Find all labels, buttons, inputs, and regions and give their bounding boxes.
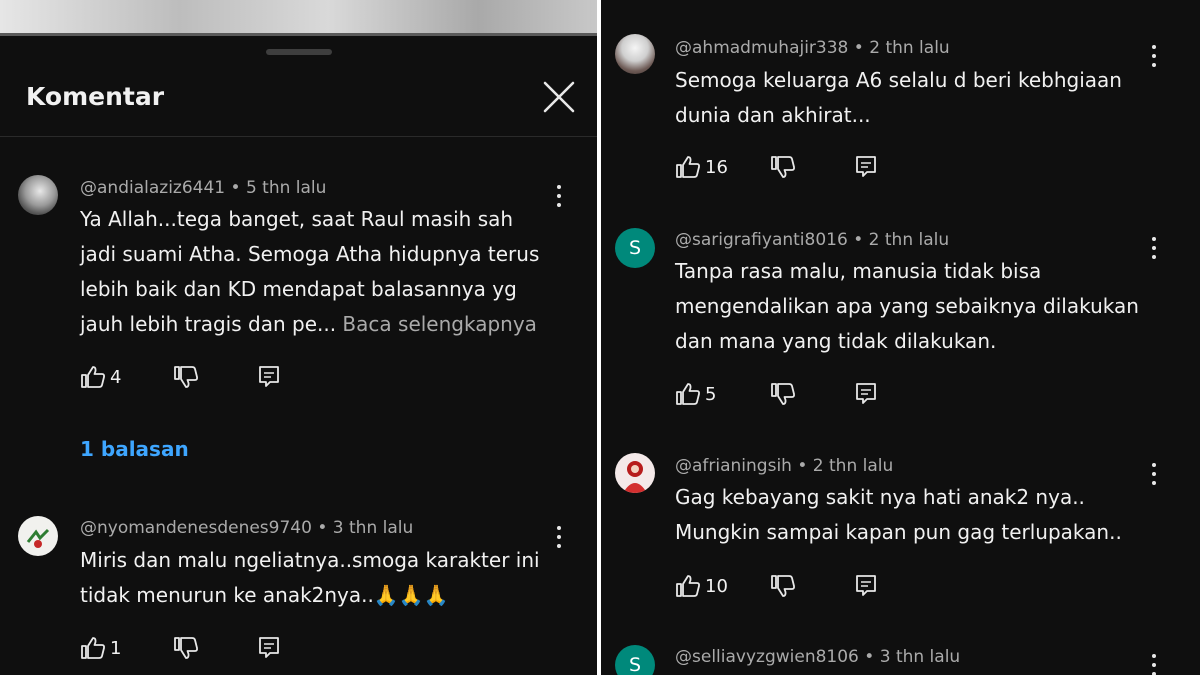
close-icon[interactable] bbox=[540, 78, 578, 116]
comment-text-block: Miris dan malu ngeliatnya..smoga karakte… bbox=[80, 543, 580, 613]
like-button[interactable]: 10 bbox=[675, 571, 745, 601]
avatar[interactable]: S bbox=[615, 645, 655, 675]
dislike-button[interactable] bbox=[770, 152, 800, 182]
reply-button[interactable] bbox=[855, 571, 885, 601]
dislike-button[interactable] bbox=[770, 379, 800, 409]
comment-author[interactable]: @nyomandenesdenes9740 bbox=[80, 518, 312, 538]
bullet-separator: • bbox=[317, 518, 333, 538]
thumb-up-icon bbox=[676, 156, 700, 178]
bullet-separator: • bbox=[853, 230, 869, 250]
avatar[interactable] bbox=[615, 34, 655, 74]
avatar[interactable] bbox=[18, 175, 58, 215]
comment-actions: 1 bbox=[80, 633, 300, 663]
like-count: 10 bbox=[705, 576, 728, 597]
reply-comment-icon bbox=[856, 156, 876, 177]
sheet-title: Komentar bbox=[26, 82, 165, 111]
thumb-up-icon bbox=[676, 383, 700, 405]
comment-time: 2 thn lalu bbox=[869, 38, 950, 58]
like-count: 4 bbox=[110, 367, 122, 388]
comment-actions: 16 bbox=[675, 152, 895, 182]
comment-actions: 5 bbox=[675, 379, 895, 409]
reply-button[interactable] bbox=[855, 379, 885, 409]
comments-sheet-left: Komentar @andialaziz6441 • 5 thn lalu Ya… bbox=[0, 0, 597, 675]
reply-comment-icon bbox=[856, 383, 876, 404]
read-more-link[interactable]: Baca selengkapnya bbox=[336, 312, 537, 336]
view-replies-link[interactable]: 1 balasan bbox=[80, 437, 189, 461]
comment-text: Miris dan malu ngeliatnya..smoga karakte… bbox=[80, 548, 540, 607]
thumb-up-icon bbox=[81, 637, 105, 659]
comment-author[interactable]: @selliavyzgwien8106 bbox=[675, 647, 859, 667]
comment-text: Gag kebayang sakit nya hati anak2 nya.. … bbox=[675, 485, 1122, 544]
thumb-up-icon bbox=[676, 575, 700, 597]
comment-actions: 10 bbox=[675, 571, 895, 601]
bullet-separator: • bbox=[853, 38, 870, 58]
thumb-down-icon bbox=[174, 637, 198, 659]
comment-text: Semoga keluarga A6 selalu d beri kebhgia… bbox=[675, 68, 1122, 127]
sheet-divider bbox=[0, 136, 597, 137]
bullet-separator: • bbox=[864, 647, 880, 667]
avatar-letter: S bbox=[628, 237, 642, 259]
comment-time: 2 thn lalu bbox=[868, 230, 950, 250]
comment-text: Tanpa rasa malu, manusia tidak bisa meng… bbox=[675, 259, 1139, 353]
more-vert-icon[interactable] bbox=[1144, 652, 1164, 675]
thumb-down-icon bbox=[174, 366, 198, 388]
like-button[interactable]: 1 bbox=[80, 633, 140, 663]
reply-button[interactable] bbox=[258, 633, 288, 663]
comment-author[interactable]: @andialaziz6441 bbox=[80, 178, 225, 198]
like-count: 1 bbox=[110, 638, 122, 659]
like-button[interactable]: 16 bbox=[675, 152, 745, 182]
comment-time: 2 thn lalu bbox=[812, 456, 894, 476]
thumb-down-icon bbox=[771, 156, 795, 178]
bullet-separator: • bbox=[230, 178, 246, 198]
like-count: 5 bbox=[705, 384, 717, 405]
like-count: 16 bbox=[705, 157, 728, 178]
reply-comment-icon bbox=[856, 575, 876, 596]
reply-comment-icon bbox=[259, 637, 279, 658]
comment-time: 5 thn lalu bbox=[245, 178, 327, 198]
comment-time: 3 thn lalu bbox=[879, 647, 961, 667]
avatar[interactable] bbox=[615, 453, 655, 493]
comment-author[interactable]: @ahmadmuhajir338 bbox=[675, 38, 848, 58]
like-button[interactable]: 4 bbox=[80, 362, 140, 392]
thumb-down-icon bbox=[771, 383, 795, 405]
comment-time: 3 thn lalu bbox=[332, 518, 414, 538]
dislike-button[interactable] bbox=[173, 633, 203, 663]
comment-author[interactable]: @sarigrafiyanti8016 bbox=[675, 230, 848, 250]
dislike-button[interactable] bbox=[173, 362, 203, 392]
folded-hands-emoji: 🙏🙏🙏 bbox=[373, 583, 449, 607]
video-player-thumbnail[interactable] bbox=[0, 0, 597, 36]
reply-button[interactable] bbox=[258, 362, 288, 392]
comment-actions: 4 bbox=[80, 362, 300, 392]
comment-author[interactable]: @afrianingsih bbox=[675, 456, 792, 476]
sheet-drag-handle[interactable] bbox=[266, 49, 332, 55]
reply-button[interactable] bbox=[855, 152, 885, 182]
like-button[interactable]: 5 bbox=[675, 379, 735, 409]
thumb-up-icon bbox=[81, 366, 105, 388]
video-progress-bar[interactable] bbox=[0, 33, 597, 36]
dislike-button[interactable] bbox=[770, 571, 800, 601]
reply-comment-icon bbox=[259, 366, 279, 387]
comment-text-block: Ya Allah...tega banget, saat Raul masih … bbox=[80, 202, 580, 342]
comments-sheet-right: @ahmadmuhajir338 • 2 thn lalu Semoga kel… bbox=[601, 0, 1200, 675]
bullet-separator: • bbox=[797, 456, 813, 476]
avatar-letter: S bbox=[628, 654, 642, 675]
thumb-down-icon bbox=[771, 575, 795, 597]
avatar[interactable]: S bbox=[615, 228, 655, 268]
avatar[interactable] bbox=[18, 516, 58, 556]
